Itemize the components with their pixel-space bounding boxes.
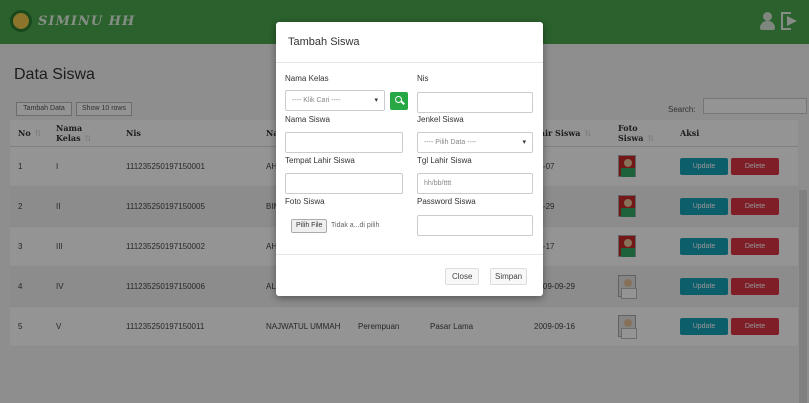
jenkel-select[interactable]: ---- Pilih Data ---- ▾: [417, 132, 533, 153]
modal-header: Tambah Siswa: [276, 22, 543, 63]
close-button[interactable]: Close: [445, 268, 480, 285]
nis-input[interactable]: [417, 92, 533, 113]
foto-siswa-label: Foto Siswa: [285, 197, 325, 206]
choose-file-button[interactable]: Pilih File: [291, 219, 328, 233]
tempat-lahir-input[interactable]: [285, 173, 403, 194]
kelas-select[interactable]: ---- Klik Cari ---- ▾: [285, 90, 385, 111]
nis-label: Nis: [417, 74, 429, 83]
tempat-lahir-label: Tempat Lahir Siswa: [285, 156, 355, 165]
modal-footer: Close Simpan: [276, 254, 543, 296]
foto-file-input[interactable]: Pilih File Tidak a...di pilih: [285, 216, 403, 237]
password-label: Password Siswa: [417, 197, 476, 206]
password-input[interactable]: [417, 215, 533, 236]
tgl-lahir-input[interactable]: hh/bb/tttt: [417, 173, 533, 194]
save-button[interactable]: Simpan: [490, 268, 528, 285]
tgl-lahir-label: Tgl Lahir Siswa: [417, 156, 472, 165]
file-status: Tidak a...di pilih: [331, 222, 380, 229]
nama-kelas-label: Nama Kelas: [285, 74, 329, 83]
jenkel-label: Jenkel Siswa: [417, 115, 464, 124]
search-class-button[interactable]: [390, 92, 408, 110]
nama-siswa-input[interactable]: [285, 132, 403, 153]
nama-siswa-label: Nama Siswa: [285, 115, 330, 124]
modal-title: Tambah Siswa: [288, 36, 360, 48]
add-student-modal: Tambah Siswa Nama Kelas ---- Klik Cari -…: [276, 22, 543, 296]
